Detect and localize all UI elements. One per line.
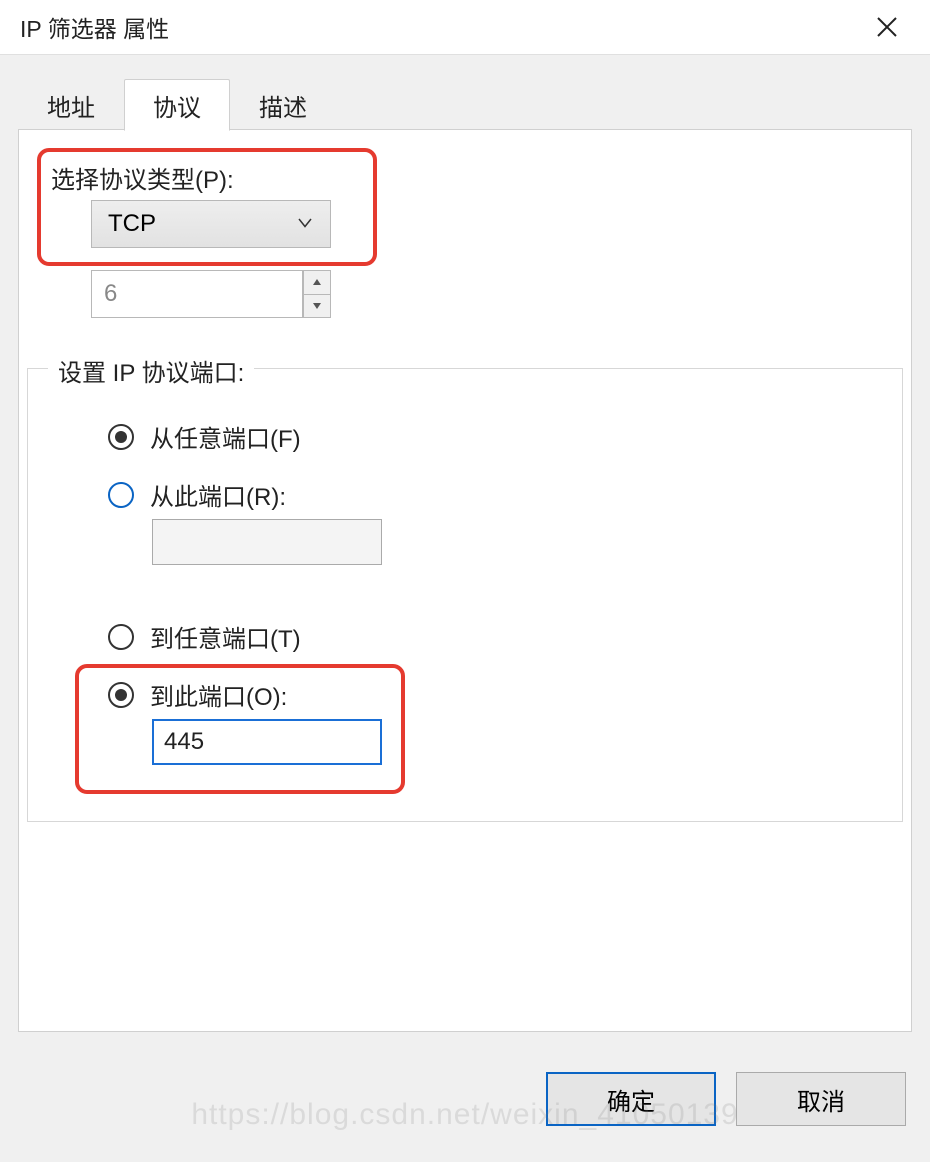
tab-protocol[interactable]: 协议 — [124, 79, 230, 131]
close-icon — [875, 15, 899, 39]
radio-to-this[interactable] — [108, 682, 134, 708]
close-button[interactable] — [864, 4, 910, 50]
protocol-type-label: 选择协议类型(P): — [51, 160, 234, 195]
radio-row-to-this: 到此端口(O): — [108, 677, 287, 712]
radio-to-any-label: 到任意端口(T) — [150, 619, 301, 654]
port-group: 设置 IP 协议端口: 从任意端口(F) 从此端口(R): 到任意端口(T) 到… — [27, 368, 903, 822]
port-group-title: 设置 IP 协议端口: — [48, 353, 254, 388]
radio-from-this[interactable] — [108, 482, 134, 508]
tab-address[interactable]: 地址 — [18, 79, 124, 131]
caret-up-icon — [312, 278, 322, 286]
spinner-up-button[interactable] — [303, 270, 331, 294]
radio-row-from-this: 从此端口(R): — [108, 477, 286, 512]
tab-panel-protocol: 选择协议类型(P): TCP 6 设置 IP 协议端口: 从任意端口 — [18, 129, 912, 1032]
caret-down-icon — [312, 302, 322, 310]
to-port-input[interactable] — [152, 719, 382, 765]
spinner-down-button[interactable] — [303, 294, 331, 319]
client-area: 地址 协议 描述 选择协议类型(P): TCP 6 设置 — [0, 54, 930, 1162]
protocol-type-value: TCP — [108, 210, 156, 238]
protocol-type-select[interactable]: TCP — [91, 200, 331, 248]
radio-row-from-any: 从任意端口(F) — [108, 419, 301, 454]
ok-button[interactable]: 确定 — [546, 1072, 716, 1126]
radio-row-to-any: 到任意端口(T) — [108, 619, 301, 654]
radio-from-any[interactable] — [108, 424, 134, 450]
from-port-input[interactable] — [152, 519, 382, 565]
cancel-button[interactable]: 取消 — [736, 1072, 906, 1126]
protocol-number-field[interactable]: 6 — [91, 270, 303, 318]
protocol-number-spinner: 6 — [91, 270, 331, 318]
tab-description[interactable]: 描述 — [230, 79, 336, 131]
radio-to-any[interactable] — [108, 624, 134, 650]
tab-row: 地址 协议 描述 — [18, 75, 336, 131]
dialog-button-row: 确定 取消 — [546, 1072, 906, 1126]
titlebar: IP 筛选器 属性 — [0, 0, 930, 54]
chevron-down-icon — [296, 210, 314, 238]
window-title: IP 筛选器 属性 — [20, 10, 169, 44]
radio-to-this-label: 到此端口(O): — [150, 677, 287, 712]
spinner-buttons — [303, 270, 331, 318]
radio-from-this-label: 从此端口(R): — [150, 477, 286, 512]
radio-from-any-label: 从任意端口(F) — [150, 419, 301, 454]
